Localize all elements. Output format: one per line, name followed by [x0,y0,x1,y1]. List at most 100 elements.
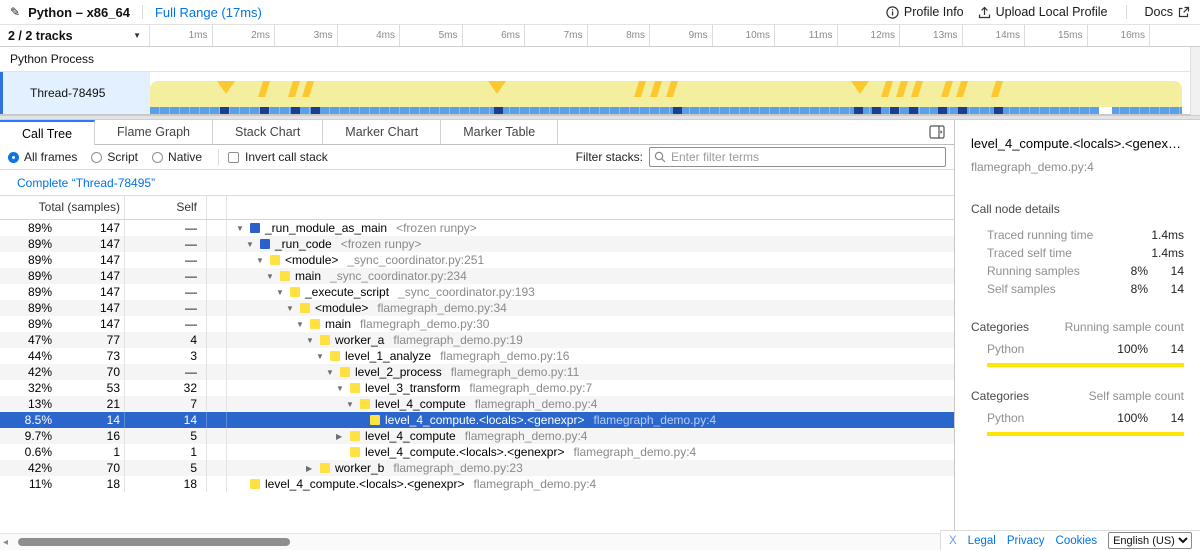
breadcrumb[interactable]: Complete “Thread-78495” [17,176,155,190]
sidebar-toggle-button[interactable] [920,120,954,144]
call-tree-row[interactable]: 89%147—▼main_sync_coordinator.py:234 [0,268,954,284]
footer-link-x[interactable]: X [949,535,957,547]
category-icon-yellow [350,447,360,457]
call-node-sidebar: level_4_compute.<locals>.<genexpr> flame… [955,120,1200,550]
detail-row: Traced running time1.4ms [971,226,1184,244]
timeline-header: 2 / 2 tracks ▼ 1ms2ms3ms4ms5ms6ms7ms8ms9… [0,25,1200,47]
call-tree-row[interactable]: 89%147—▼mainflamegraph_demo.py:30 [0,316,954,332]
call-tree-row[interactable]: 89%147—▼_execute_script_sync_coordinator… [0,284,954,300]
ruler-tick: 12ms [838,25,901,46]
scroll-left-arrow-icon[interactable]: ◂ [3,537,8,548]
timeline-ruler[interactable]: 1ms2ms3ms4ms5ms6ms7ms8ms9ms10ms11ms12ms1… [150,25,1150,46]
radio-option-script[interactable]: Script [91,150,138,164]
total-samples-cell: 73 [52,348,125,364]
tab-call-tree[interactable]: Call Tree [0,120,95,145]
expand-toggle-icon[interactable]: ▶ [336,432,350,441]
expand-toggle-icon[interactable]: ▼ [336,384,350,393]
expand-toggle-icon[interactable]: ▶ [306,464,320,473]
call-node-details: Traced running time1.4msTraced self time… [971,226,1184,298]
track-process-row[interactable]: Python Process [0,47,1200,72]
scrollbar-thumb[interactable] [18,538,290,546]
column-header-self[interactable]: Self [125,196,207,219]
horizontal-scrollbar[interactable]: ◂ [0,533,954,550]
radio-icon [8,152,19,163]
call-tree-row[interactable]: 89%147—▼<module>flamegraph_demo.py:34 [0,300,954,316]
tab-stack-chart[interactable]: Stack Chart [213,120,323,144]
selected-node-file: flamegraph_demo.py:4 [971,160,1184,174]
tree-cell: ▼mainflamegraph_demo.py:30 [227,317,954,331]
upload-local-profile-button[interactable]: Upload Local Profile [978,5,1108,19]
filter-stacks-input[interactable] [649,147,946,167]
sidebar-icon [929,125,945,139]
total-samples-cell: 70 [52,460,125,476]
call-tree-row[interactable]: 42%70—▼level_2_processflamegraph_demo.py… [0,364,954,380]
expand-toggle-icon[interactable]: ▼ [346,400,360,409]
expand-toggle-icon[interactable]: ▼ [236,224,250,233]
language-select[interactable]: English (US) [1108,532,1192,549]
call-tree-row[interactable]: 32%5332▼level_3_transformflamegraph_demo… [0,380,954,396]
expand-toggle-icon[interactable]: ▼ [296,320,310,329]
track-thread-row[interactable]: Thread-78495 [0,72,1200,115]
category-icon-yellow [330,351,340,361]
footer-link-privacy[interactable]: Privacy [1007,535,1045,547]
expand-toggle-icon[interactable]: ▼ [266,272,280,281]
call-tree-row[interactable]: 8.5%1414level_4_compute.<locals>.<genexp… [0,412,954,428]
self-cell: 18 [125,476,207,492]
tracks-vertical-scrollbar[interactable] [1190,47,1200,115]
category-icon-yellow [350,431,360,441]
tracks-dropdown-button[interactable]: 2 / 2 tracks ▼ [0,25,150,46]
column-header-total[interactable]: Total (samples) [0,196,125,219]
call-tree-row[interactable]: 9.7%165▶level_4_computeflamegraph_demo.p… [0,428,954,444]
detail-percent: 8% [1108,282,1148,296]
expand-toggle-icon[interactable]: ▼ [246,240,260,249]
call-tree-row[interactable]: 13%217▼level_4_computeflamegraph_demo.py… [0,396,954,412]
call-tree-row[interactable]: 47%774▼worker_aflamegraph_demo.py:19 [0,332,954,348]
self-cell: — [125,236,207,252]
call-tree-row[interactable]: 89%147—▼_run_module_as_main<frozen runpy… [0,220,954,236]
detail-row: Traced self time1.4ms [971,244,1184,262]
tree-cell: ▶level_4_computeflamegraph_demo.py:4 [227,429,954,443]
external-link-icon [1178,6,1190,18]
total-samples-cell: 147 [52,300,125,316]
detail-label: Traced running time [987,228,1108,242]
footer-link-legal[interactable]: Legal [968,535,996,547]
radio-option-native[interactable]: Native [152,150,202,164]
docs-button[interactable]: Docs [1145,5,1190,19]
call-tree-row[interactable]: 89%147—▼<module>_sync_coordinator.py:251 [0,252,954,268]
call-tree-row[interactable]: 42%705▶worker_bflamegraph_demo.py:23 [0,460,954,476]
expand-toggle-icon[interactable]: ▼ [276,288,290,297]
total-percent-cell: 89% [0,269,52,283]
expand-toggle-icon[interactable]: ▼ [326,368,340,377]
gutter-cell [207,476,227,492]
self-cell: — [125,252,207,268]
tab-marker-chart[interactable]: Marker Chart [323,120,441,144]
tab-flame-graph[interactable]: Flame Graph [95,120,213,144]
tree-cell: level_4_compute.<locals>.<genexpr>flameg… [227,477,954,491]
file-location: flamegraph_demo.py:4 [593,413,716,427]
call-node-details-header: Call node details [971,202,1184,216]
self-cell: — [125,220,207,236]
call-tree-row[interactable]: 0.6%11level_4_compute.<locals>.<genexpr>… [0,444,954,460]
profile-info-button[interactable]: Profile Info [886,5,964,19]
edit-profile-name-icon[interactable]: ✎ [10,5,20,19]
expand-toggle-icon[interactable]: ▼ [316,352,330,361]
call-tree-row[interactable]: 11%1818level_4_compute.<locals>.<genexpr… [0,476,954,492]
file-location: flamegraph_demo.py:11 [451,365,580,379]
category-icon-yellow [270,255,280,265]
expand-toggle-icon[interactable]: ▼ [256,256,270,265]
footer-link-cookies[interactable]: Cookies [1056,535,1098,547]
thread-activity-graph[interactable] [150,72,1200,114]
expand-toggle-icon[interactable]: ▼ [286,304,300,313]
call-tree-row[interactable]: 44%733▼level_1_analyzeflamegraph_demo.py… [0,348,954,364]
sample-marker-dark [890,107,899,114]
radio-option-all-frames[interactable]: All frames [8,150,77,164]
profile-name[interactable]: Python – x86_64 [28,5,130,20]
function-name: level_4_compute.<locals>.<genexpr> [365,445,564,459]
invert-call-stack-checkbox[interactable] [228,152,239,163]
invert-call-stack-option[interactable]: Invert call stack [228,150,328,164]
tab-marker-table[interactable]: Marker Table [441,120,558,144]
self-cell: — [125,268,207,284]
expand-toggle-icon[interactable]: ▼ [306,336,320,345]
full-range-breadcrumb[interactable]: Full Range (17ms) [155,5,262,20]
call-tree-row[interactable]: 89%147—▼_run_code<frozen runpy> [0,236,954,252]
